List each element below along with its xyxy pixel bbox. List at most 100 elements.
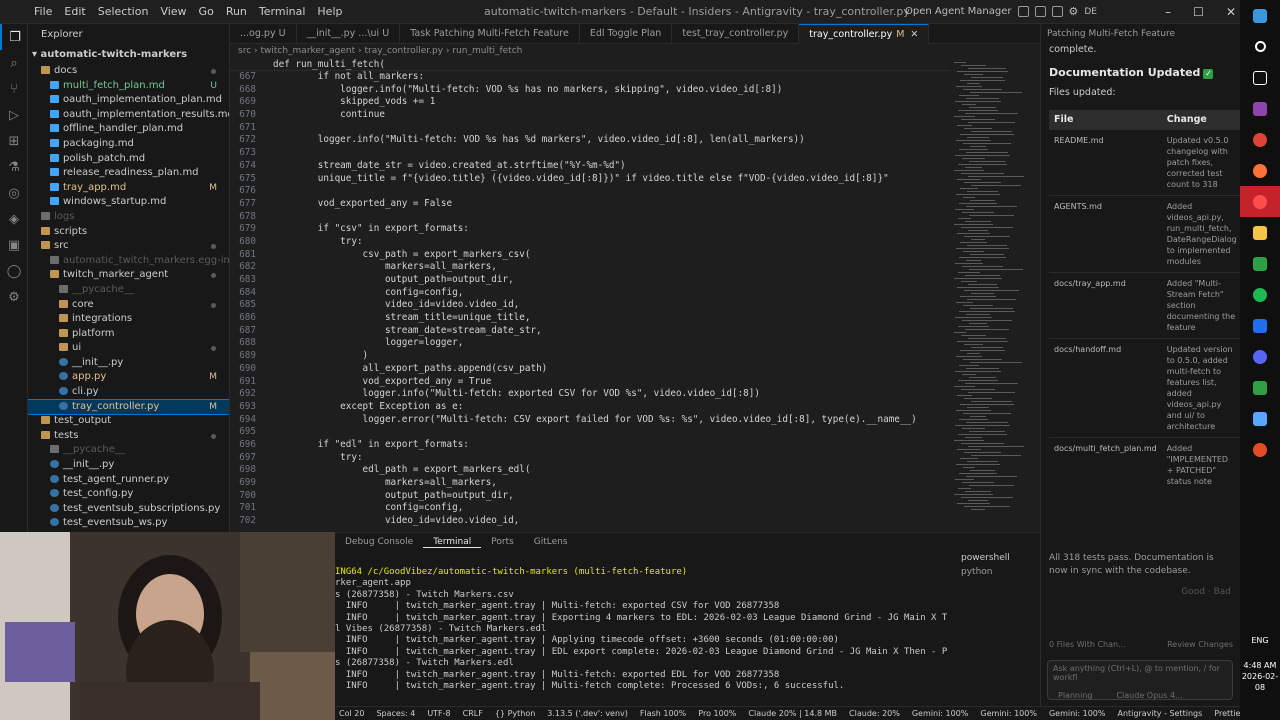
folder-item[interactable]: logs [28, 210, 229, 225]
code-line[interactable]: 677 vod_exported_any = False [230, 198, 950, 211]
mode-selector[interactable]: Planning [1053, 688, 1097, 703]
tab-tray-controller[interactable]: tray_controller.py M ✕ [799, 24, 930, 44]
menu-file[interactable]: File [28, 5, 58, 18]
locale-label[interactable]: DE [1084, 7, 1097, 17]
tab-init-py[interactable]: __init__.py ...\ui U [297, 24, 401, 44]
sidebar-toggle-icon[interactable] [1051, 6, 1063, 17]
file-cell[interactable]: docs/multi_fetch_plan.md [1049, 437, 1162, 492]
file-item[interactable]: offline_handler_plan.md [28, 122, 229, 137]
file-cell[interactable]: docs/tray_app.md [1049, 272, 1162, 339]
taskbar-app4-icon[interactable] [1240, 372, 1280, 403]
file-item[interactable]: oauth_implementation_results.md [28, 108, 229, 123]
folder-item[interactable]: tests [28, 429, 229, 444]
testing-icon[interactable]: ⚗ [0, 154, 28, 180]
code-line[interactable]: 680 try: [230, 236, 950, 249]
breadcrumb[interactable]: src › twitch_marker_agent › tray_control… [230, 44, 1040, 58]
code-line[interactable]: 678 [230, 211, 950, 224]
folder-item[interactable]: platform [28, 327, 229, 342]
language-indicator[interactable]: ENG [1240, 636, 1280, 645]
file-cell[interactable]: AGENTS.md [1049, 195, 1162, 273]
files-changed-label[interactable]: 0 Files With Chan... [1049, 640, 1126, 649]
menu-go[interactable]: Go [193, 5, 220, 18]
code-line[interactable]: 685 video_id=video.video_id, [230, 299, 950, 312]
taskbar-spotify-icon[interactable] [1240, 279, 1280, 310]
code-line[interactable]: 672 logger.info("Multi-fetch: VOD %s has… [230, 134, 950, 147]
taskbar-record-icon[interactable] [1240, 186, 1280, 217]
taskbar-firefox-icon[interactable] [1240, 155, 1280, 186]
close-window-icon[interactable]: ✕ [1226, 5, 1236, 19]
file-item[interactable]: multi_fetch_plan.md U [28, 79, 229, 94]
code-line[interactable]: 671 [230, 122, 950, 135]
minimize-icon[interactable]: – [1165, 5, 1171, 19]
code-line[interactable]: 690 all_export_paths.append(csv_path) [230, 363, 950, 376]
file-item[interactable]: test_agent_runner.py [28, 473, 229, 488]
file-item[interactable]: windows_startup.md [28, 195, 229, 210]
folder-item[interactable]: automatic_twitch_markers.egg-info [28, 254, 229, 269]
menu-terminal[interactable]: Terminal [253, 5, 312, 18]
manage-icon[interactable]: ⚙ [0, 284, 28, 310]
code-line[interactable]: 675 unique_title = f"{video.title} ({vid… [230, 173, 950, 186]
review-changes-button[interactable]: Review Changes [1167, 640, 1233, 649]
taskbar-discord-icon[interactable] [1240, 341, 1280, 372]
taskbar-explorer-icon[interactable] [1240, 217, 1280, 248]
tab-edl-toggle-plan[interactable]: Edl Toggle Plan [580, 24, 673, 44]
status-item[interactable]: UTF-8 [427, 709, 450, 718]
status-item[interactable]: Gemini: 100% [980, 709, 1037, 718]
taskbar-chrome-icon[interactable] [1240, 124, 1280, 155]
menu-run[interactable]: Run [220, 5, 253, 18]
status-item[interactable]: Claude 20% | 14.8 MB [748, 709, 837, 718]
status-item[interactable]: Col 20 [339, 709, 364, 718]
file-item[interactable]: __init__.py [28, 458, 229, 473]
code-line[interactable]: 695 [230, 426, 950, 439]
good-feedback-button[interactable]: Good [1181, 587, 1205, 597]
taskbar-app3-icon[interactable] [1240, 310, 1280, 341]
minimap[interactable] [950, 58, 1034, 528]
file-item[interactable]: tray_app.md M [28, 181, 229, 196]
account-icon[interactable]: ◯ [0, 258, 28, 284]
code-line[interactable]: 673 [230, 147, 950, 160]
status-item[interactable]: Flash 100% [640, 709, 686, 718]
taskbar-app5-icon[interactable] [1240, 403, 1280, 434]
model-selector[interactable]: Claude Opus 4... [1111, 688, 1187, 703]
tab-terminal[interactable]: Terminal [423, 537, 482, 548]
settings-icon[interactable]: ⚙ [1069, 5, 1079, 18]
code-line[interactable]: 676 [230, 185, 950, 198]
taskbar-app-icon[interactable] [1240, 93, 1280, 124]
code-editor[interactable]: def run_multi_fetch( 667 if not all_mark… [230, 58, 950, 528]
taskbar-app2-icon[interactable] [1240, 248, 1280, 279]
bad-feedback-button[interactable]: Bad [1214, 587, 1231, 597]
status-item[interactable]: CRLF [463, 709, 483, 718]
code-line[interactable]: 696 if "edl" in export_formats: [230, 439, 950, 452]
tab-ports[interactable]: Ports [481, 537, 524, 547]
code-line[interactable]: 697 try: [230, 452, 950, 465]
status-item[interactable]: Gemini: 100% [912, 709, 969, 718]
menu-selection[interactable]: Selection [92, 5, 155, 18]
taskbar-app6-icon[interactable] [1240, 434, 1280, 465]
code-line[interactable]: 694 logger.error("Multi-fetch: CSV expor… [230, 414, 950, 427]
status-item[interactable]: Antigravity - Settings [1118, 709, 1203, 718]
menu-view[interactable]: View [154, 5, 192, 18]
taskbar-taskview-icon[interactable] [1240, 62, 1280, 93]
taskbar-search-icon[interactable] [1240, 31, 1280, 62]
run-debug-icon[interactable]: ▷ [0, 102, 28, 128]
close-tab-icon[interactable]: ✕ [910, 29, 918, 40]
status-item[interactable]: Pro 100% [698, 709, 736, 718]
terminal-item-python[interactable]: python [953, 565, 1038, 579]
folder-item[interactable]: ui [28, 341, 229, 356]
tab-test-tray-controller[interactable]: test_tray_controller.py [672, 24, 800, 44]
menu-edit[interactable]: Edit [58, 5, 91, 18]
code-line[interactable]: 682 markers=all_markers, [230, 261, 950, 274]
docker-icon[interactable]: ▣ [0, 232, 28, 258]
workspace-root[interactable]: ▾ automatic-twitch-markers [28, 46, 229, 64]
file-cell[interactable]: README.md [1049, 129, 1162, 196]
status-item[interactable]: 3.13.5 ('.dev': venv) [547, 709, 628, 718]
remote-icon[interactable]: ◎ [0, 180, 28, 206]
folder-item[interactable]: test_output [28, 414, 229, 429]
folder-item[interactable]: src [28, 239, 229, 254]
maximize-icon[interactable]: ☐ [1193, 5, 1204, 19]
folder-item[interactable]: twitch_marker_agent [28, 268, 229, 283]
code-line[interactable]: 692 logger.info("Multi-fetch: exported C… [230, 388, 950, 401]
code-line[interactable]: 683 output_path=output_dir, [230, 274, 950, 287]
terminal-output[interactable]: ING64 /c/GoodVibez/automatic-twitch-mark… [335, 567, 947, 707]
tab-gitlens[interactable]: GitLens [524, 537, 578, 547]
